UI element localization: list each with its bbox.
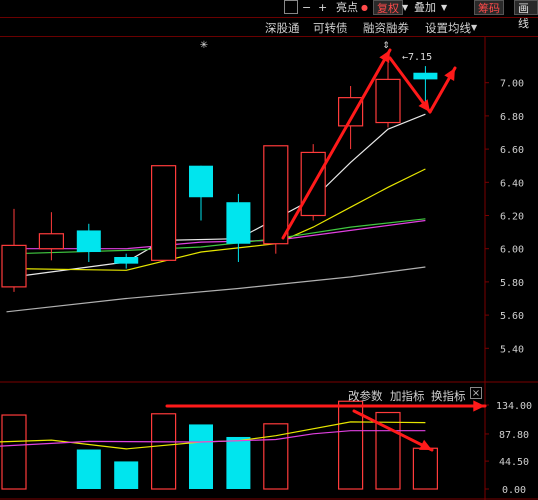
add-indicator-button[interactable]: 加指标 [390, 388, 425, 404]
price-tick-label: 6.40 [500, 178, 524, 189]
candle-body [1, 244, 27, 288]
annotation-arrow-up [281, 48, 392, 240]
price-tick-label: 6.60 [500, 145, 524, 156]
price-tick-label: 5.80 [500, 278, 524, 289]
price-ma-line [13, 168, 426, 271]
candle-body [226, 202, 251, 244]
volume-bar [114, 461, 139, 489]
event-star-icon: ✳ [200, 40, 208, 51]
volume-bar [151, 413, 177, 490]
volume-bar [189, 424, 213, 489]
price-tick-label: 6.20 [500, 212, 524, 223]
candle-body [151, 165, 177, 261]
price-ma-line [6, 266, 426, 313]
volume-tick-label: 44.50 [499, 457, 529, 468]
high-marker-icon: ⇕ [382, 41, 390, 51]
close-icon[interactable]: × [470, 387, 482, 399]
volume-bar [1, 414, 27, 490]
candle-body [263, 145, 289, 245]
price-tick-label: 6.80 [500, 112, 524, 123]
price-tick-label: 5.40 [500, 344, 524, 355]
price-tick-label: 5.60 [500, 311, 524, 322]
candle-body [114, 257, 139, 264]
volume-bar [226, 436, 251, 489]
volume-tick-label: 87.80 [499, 430, 529, 441]
annotation-arrow-volume-level-head [473, 400, 485, 412]
price-tick-label: 6.00 [500, 245, 524, 256]
volume-tick-label: 134.00 [496, 401, 532, 412]
high-price-label: ←7.15 [402, 52, 432, 63]
candle-body [189, 165, 213, 198]
price-ma-line [13, 113, 426, 278]
volume-bar [412, 447, 438, 490]
price-tick-label: 7.00 [500, 79, 524, 90]
candle-body [375, 78, 401, 124]
stock-chart[interactable]: 7.00 6.80 6.60 6.40 6.20 6.00 5.80 5.60 5.40 134.… [0, 0, 538, 500]
candle-body [413, 72, 438, 80]
candle-body [76, 230, 101, 253]
switch-indicator-button[interactable]: 换指标 [431, 388, 466, 404]
change-params-button[interactable]: 改参数 [348, 388, 383, 404]
volume-bar [76, 449, 101, 489]
volume-tick-label: 0.00 [502, 485, 526, 496]
candle-body [38, 233, 65, 250]
